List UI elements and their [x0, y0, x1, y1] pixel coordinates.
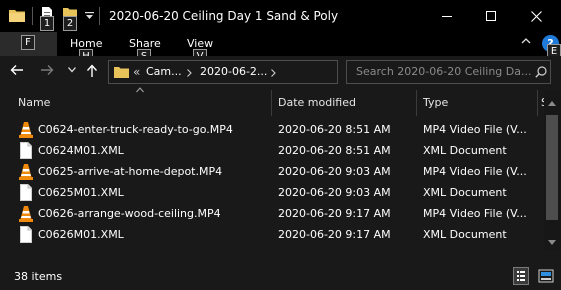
- search-placeholder: Search 2020-06-20 Ceiling Da...: [356, 65, 532, 78]
- chevron-up-icon[interactable]: [521, 37, 531, 45]
- file-name: C0624M01.XML: [38, 144, 124, 157]
- column-name-header[interactable]: Name: [18, 96, 50, 110]
- file-date: 2020-06-20 9:03 AM: [278, 186, 391, 199]
- scroll-up-icon[interactable]: [548, 100, 556, 106]
- file-date: 2020-06-20 9:17 AM: [278, 228, 391, 241]
- chevron-right-icon[interactable]: [187, 69, 192, 77]
- up-arrow-icon[interactable]: [86, 64, 98, 77]
- back-arrow-icon[interactable]: [10, 64, 24, 76]
- recent-locations-chevron-icon[interactable]: [68, 67, 76, 73]
- file-type: MP4 Video File (V...: [423, 165, 527, 178]
- address-overflow[interactable]: «: [133, 65, 140, 79]
- item-count: 38 items: [14, 270, 63, 283]
- file-type: XML Document: [423, 186, 507, 199]
- maximize-icon: [486, 11, 496, 21]
- scroll-down-icon[interactable]: [548, 240, 556, 246]
- minimize-button[interactable]: [424, 0, 470, 32]
- keytip-file: F: [21, 35, 35, 50]
- large-icons-view-icon[interactable]: [538, 268, 554, 284]
- file-row[interactable]: C0626-arrange-wood-ceiling.MP4 2020-06-2…: [0, 203, 544, 224]
- file-name: C0626-arrange-wood-ceiling.MP4: [38, 207, 221, 220]
- forward-arrow-icon[interactable]: [40, 64, 54, 76]
- title-separator: [99, 7, 100, 25]
- column-divider[interactable]: [537, 90, 538, 116]
- file-row[interactable]: C0625M01.XML 2020-06-20 9:03 AM XML Docu…: [0, 182, 544, 203]
- file-type: XML Document: [423, 228, 507, 241]
- document-icon: [19, 184, 33, 201]
- scrollbar-thumb[interactable]: [546, 115, 558, 220]
- column-type-header[interactable]: Type: [423, 96, 448, 110]
- close-icon: [530, 10, 542, 22]
- file-date: 2020-06-20 9:17 AM: [278, 207, 391, 220]
- details-view-icon: [517, 271, 525, 281]
- breadcrumb-part[interactable]: 2020-06-2...: [200, 65, 267, 79]
- vlc-cone-icon: [19, 121, 33, 138]
- file-date: 2020-06-20 8:51 AM: [278, 123, 391, 136]
- file-row[interactable]: C0625-arrive-at-home-depot.MP4 2020-06-2…: [0, 161, 544, 182]
- address-bar[interactable]: « Cam... 2020-06-2...: [108, 60, 338, 84]
- file-type: MP4 Video File (V...: [423, 123, 527, 136]
- file-name: C0626M01.XML: [38, 228, 124, 241]
- document-icon: [19, 226, 33, 243]
- search-input[interactable]: Search 2020-06-20 Ceiling Da...: [346, 60, 551, 84]
- vlc-cone-icon: [19, 205, 33, 222]
- close-button[interactable]: [513, 0, 559, 32]
- title-separator: [32, 7, 33, 25]
- quick-access-dropdown-icon[interactable]: [85, 12, 94, 22]
- file-list: C0624-enter-truck-ready-to-go.MP4 2020-0…: [0, 116, 544, 250]
- folder-icon: [9, 10, 25, 22]
- chevron-right-icon[interactable]: [271, 69, 276, 77]
- keytip-new-folder: 2: [63, 16, 77, 31]
- document-icon: [19, 142, 33, 159]
- column-date-header[interactable]: Date modified: [278, 96, 356, 110]
- details-view-button[interactable]: [513, 267, 529, 285]
- breadcrumb-part[interactable]: Cam...: [146, 65, 182, 79]
- column-divider[interactable]: [416, 90, 417, 116]
- file-name: C0624-enter-truck-ready-to-go.MP4: [38, 123, 233, 136]
- file-row[interactable]: C0624M01.XML 2020-06-20 8:51 AM XML Docu…: [0, 140, 544, 161]
- sort-up-chevron-icon: [136, 87, 144, 93]
- tab-file[interactable]: F: [0, 32, 57, 56]
- minimize-icon: [442, 16, 452, 17]
- search-icon: [535, 66, 547, 78]
- address-row: « Cam... 2020-06-2... Search 2020-06-20 …: [0, 56, 561, 90]
- file-type: MP4 Video File (V...: [423, 207, 527, 220]
- status-bar: 38 items: [0, 264, 561, 290]
- keytip-properties: 1: [40, 16, 54, 31]
- folder-icon: [114, 67, 129, 78]
- file-date: 2020-06-20 9:03 AM: [278, 165, 391, 178]
- file-row[interactable]: C0626M01.XML 2020-06-20 9:17 AM XML Docu…: [0, 224, 544, 245]
- window-title: 2020-06-20 Ceiling Day 1 Sand & Poly: [109, 9, 339, 23]
- vertical-scrollbar[interactable]: [544, 90, 561, 250]
- file-name: C0625M01.XML: [38, 186, 124, 199]
- column-divider[interactable]: [271, 90, 272, 116]
- file-name: C0625-arrive-at-home-depot.MP4: [38, 165, 223, 178]
- file-type: XML Document: [423, 144, 507, 157]
- maximize-button[interactable]: [468, 0, 514, 32]
- column-headers: Name Date modified Type S: [0, 87, 561, 116]
- title-bar: 1 2 2020-06-20 Ceiling Day 1 Sand & Poly: [0, 0, 561, 32]
- file-date: 2020-06-20 8:51 AM: [278, 144, 391, 157]
- vlc-cone-icon: [19, 163, 33, 180]
- ribbon-tabs: F Home H Share S View V ? E: [0, 32, 561, 64]
- file-row[interactable]: C0624-enter-truck-ready-to-go.MP4 2020-0…: [0, 119, 544, 140]
